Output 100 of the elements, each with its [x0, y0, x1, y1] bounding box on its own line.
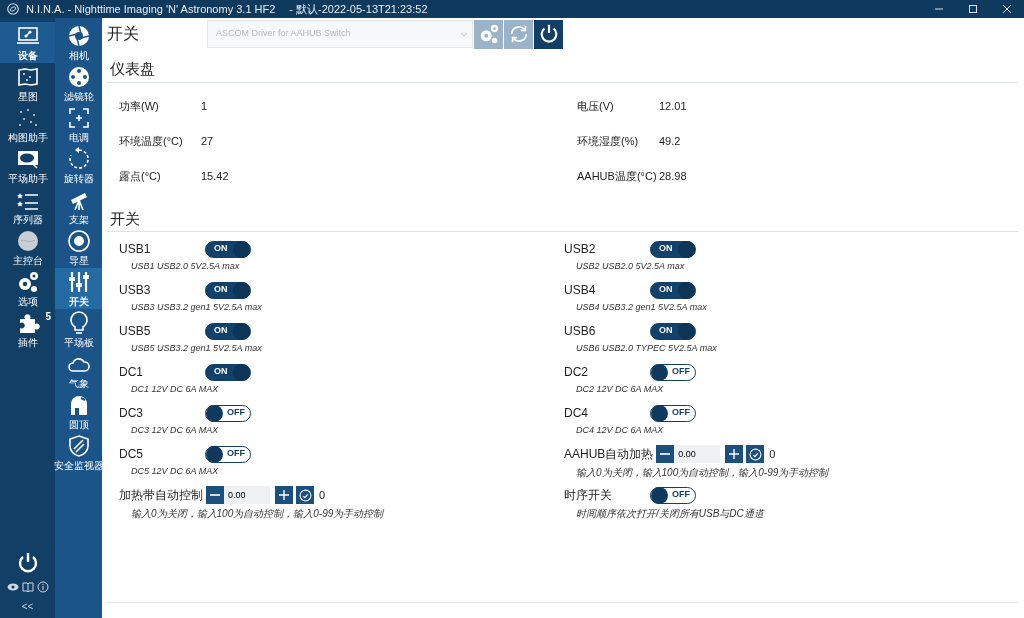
- switch-label: USB5: [119, 323, 152, 340]
- nav-item[interactable]: 序列器: [0, 186, 55, 227]
- switch-label: DC5: [119, 446, 144, 463]
- check-circle-icon: [748, 447, 762, 461]
- nav-item[interactable]: 平场板: [55, 309, 102, 350]
- reading-label: 露点(°C): [119, 168, 162, 184]
- nav-item[interactable]: 相机: [55, 22, 102, 63]
- heater-reading: 0: [769, 446, 776, 462]
- plus-button[interactable]: [275, 486, 293, 504]
- toggle-switch[interactable]: OFF: [205, 404, 251, 422]
- switch-label: DC4: [564, 405, 589, 422]
- filter-wheel-icon: [66, 65, 91, 89]
- nav-item[interactable]: 构图助手: [0, 104, 55, 145]
- value-field[interactable]: 0.00: [224, 486, 270, 504]
- heater-reading: 0: [319, 487, 326, 503]
- nav-item[interactable]: 主控台: [0, 227, 55, 268]
- nav-item[interactable]: 设备: [0, 22, 55, 63]
- focus-icon: [66, 106, 91, 130]
- reading-value: 15.42: [201, 168, 229, 184]
- toggle-switch[interactable]: ON: [205, 240, 251, 258]
- aperture-icon: [66, 24, 91, 48]
- plus-button[interactable]: [725, 445, 744, 463]
- switch-label: USB3: [119, 282, 152, 299]
- reading-value: 1: [201, 98, 208, 114]
- switch-description: DC4 12V DC 6A MAX: [575, 424, 665, 437]
- minus-button[interactable]: [206, 486, 224, 504]
- nav-item[interactable]: 星图: [0, 63, 55, 104]
- switch-label: DC1: [119, 364, 144, 381]
- switch-description: 输入0为关闭，输入100为自动控制，输入0-99为手动控制: [130, 507, 385, 521]
- nav-item[interactable]: 旋转器: [55, 145, 102, 186]
- toggle-switch[interactable]: OFF: [650, 486, 696, 504]
- caret-icon: [460, 30, 468, 38]
- toggle-switch[interactable]: OFF: [205, 445, 251, 463]
- reading-label: AAHUB温度(°C): [577, 168, 658, 184]
- confirm-button[interactable]: [746, 445, 765, 463]
- switch-label: DC2: [564, 364, 589, 381]
- star-map-icon: [15, 65, 40, 89]
- nav-item[interactable]: 电调: [55, 104, 102, 145]
- sphere-icon: [15, 229, 40, 253]
- confirm-button[interactable]: [296, 486, 314, 504]
- minus-button[interactable]: [656, 445, 675, 463]
- toggle-switch[interactable]: ON: [205, 322, 251, 340]
- switch-description: DC1 12V DC 6A MAX: [130, 383, 220, 396]
- shield-icon: [66, 434, 91, 458]
- switch-label: AAHUB自动加热: [564, 446, 654, 463]
- nav-item[interactable]: 圆顶: [55, 391, 102, 432]
- nav-item[interactable]: 滤镜轮: [55, 63, 102, 104]
- toggle-switch[interactable]: ON: [650, 281, 696, 299]
- target-icon: [66, 229, 91, 253]
- nav-item[interactable]: 平场助手: [0, 145, 55, 186]
- profile-name: - 默认-2022-05-13T21:23:52: [289, 1, 428, 17]
- switch-label: USB1: [119, 241, 152, 258]
- toggle-switch[interactable]: ON: [205, 363, 251, 381]
- plus-icon: [728, 448, 741, 460]
- reading-value: 49.2: [659, 133, 681, 149]
- section-heading: 开关: [107, 201, 1018, 232]
- nav-item[interactable]: 选项: [0, 268, 55, 309]
- switch-description: USB1 USB2.0 5V2.5A max: [130, 260, 241, 273]
- check-circle-icon: [298, 488, 312, 502]
- reading-label: 环境湿度(%): [577, 133, 640, 149]
- reading-value: 27: [201, 133, 214, 149]
- page-title: 开关: [107, 24, 140, 44]
- value-field[interactable]: 0.00: [674, 445, 721, 463]
- nav-item[interactable]: 气象: [55, 350, 102, 391]
- plugin-count: 5: [45, 311, 51, 322]
- eye-icon: [6, 581, 19, 593]
- toggle-switch[interactable]: ON: [650, 240, 696, 258]
- plus-icon: [278, 489, 290, 501]
- sliders-icon: [66, 270, 91, 294]
- nav-item[interactable]: 导星: [55, 227, 102, 268]
- rotate-icon: [66, 147, 91, 171]
- toggle-switch[interactable]: ON: [650, 322, 696, 340]
- book-icon: [21, 581, 34, 593]
- section-heading: 仪表盘: [107, 52, 1018, 83]
- switch-label: USB4: [564, 282, 597, 299]
- collapse-button[interactable]: <<: [21, 599, 34, 614]
- toggle-switch[interactable]: OFF: [650, 404, 696, 422]
- switch-label: 时序开关: [564, 487, 613, 504]
- reading-label: 环境温度(°C): [119, 133, 184, 149]
- switch-description: USB5 USB3.2 gen1 5V2.5A max: [130, 342, 263, 355]
- switch-label: USB6: [564, 323, 597, 340]
- switch-description: 输入0为关闭，输入100为自动控制，输入0-99为手动控制: [575, 466, 830, 480]
- nav-item[interactable]: 开关: [55, 268, 102, 309]
- nav-item[interactable]: 支架: [55, 186, 102, 227]
- window-title: N.I.N.A. - Nighttime Imaging 'N' Astronomy 3.1 HF2: [26, 1, 276, 17]
- switch-description: DC2 12V DC 6A MAX: [575, 383, 665, 396]
- toggle-switch[interactable]: OFF: [650, 363, 696, 381]
- reading-label: 电压(V): [577, 98, 615, 114]
- switch-description: USB6 USB2.0 TYPEC 5V2.5A max: [575, 342, 718, 355]
- connect-button[interactable]: [534, 19, 563, 49]
- nav-item[interactable]: 插件 5: [0, 309, 55, 350]
- close-icon: [1001, 3, 1013, 15]
- nav-item[interactable]: 安全监视器: [55, 432, 102, 473]
- lens-logo-icon: [6, 2, 20, 16]
- reading-value: 28.98: [659, 168, 687, 184]
- switch-description: USB4 USB3.2 gen1 5V2.5A max: [575, 301, 708, 314]
- toggle-switch[interactable]: ON: [205, 281, 251, 299]
- switch-label: USB2: [564, 241, 597, 258]
- reading-label: 功率(W): [119, 98, 160, 114]
- switch-label: DC3: [119, 405, 144, 422]
